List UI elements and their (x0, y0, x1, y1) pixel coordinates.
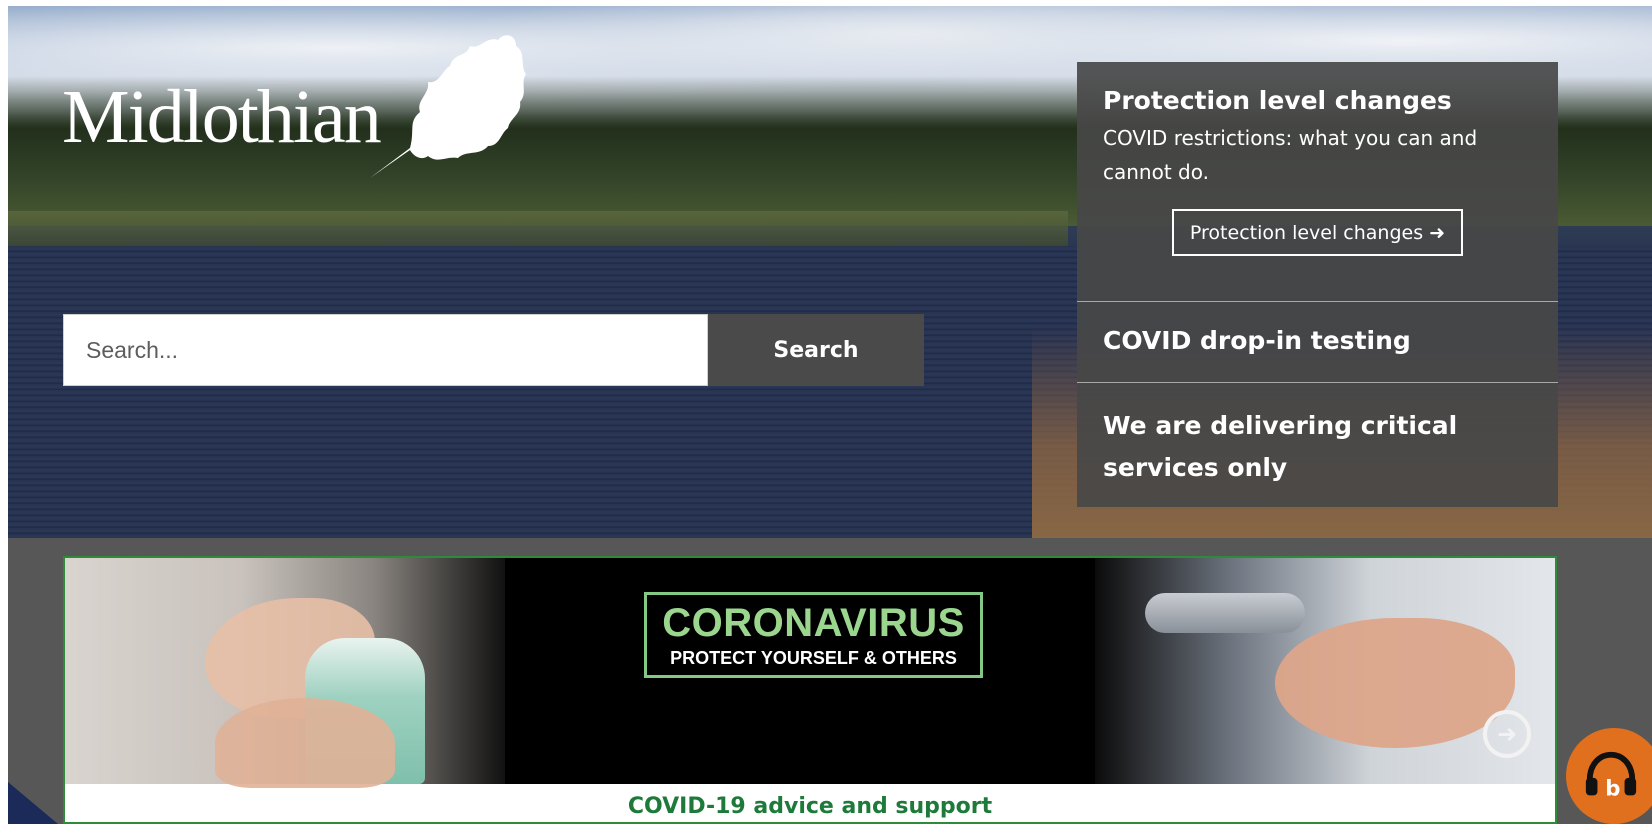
coronavirus-logo-title: CORONAVIRUS (662, 601, 965, 645)
tap-shape (1145, 593, 1305, 633)
coronavirus-logo: CORONAVIRUS PROTECT YOURSELF & OTHERS (644, 592, 983, 678)
site-logo[interactable]: Midlothian (62, 74, 382, 161)
hand-sanitiser-photo (65, 558, 505, 788)
alerts-panel: Protection level changes COVID restricti… (1077, 62, 1558, 507)
search-button[interactable]: Search (708, 314, 924, 386)
alert-critical-services[interactable]: We are delivering critical services only (1077, 383, 1558, 511)
covid-advice-link[interactable]: COVID-19 advice and support (65, 784, 1555, 822)
protection-level-changes-button[interactable]: Protection level changes ➜ (1172, 209, 1463, 256)
alert-title: Protection level changes (1103, 86, 1452, 115)
alert-text: COVID restrictions: what you can and can… (1103, 126, 1478, 184)
alert-drop-in-testing[interactable]: COVID drop-in testing (1077, 302, 1558, 383)
coronavirus-logo-subtitle: PROTECT YOURSELF & OTHERS (670, 648, 957, 668)
alert-protection-levels: Protection level changes COVID restricti… (1077, 62, 1558, 302)
search-bar: Search (63, 314, 924, 386)
headphones-icon: b (1585, 751, 1637, 801)
audio-accessibility-button[interactable]: b (1566, 728, 1652, 824)
alert-title[interactable]: COVID drop-in testing (1103, 326, 1532, 355)
covid-advice-card[interactable]: CORONAVIRUS PROTECT YOURSELF & OTHERS ➜ … (63, 556, 1557, 824)
alert-title[interactable]: We are delivering critical services only (1103, 405, 1532, 489)
covid-banner-image[interactable]: CORONAVIRUS PROTECT YOURSELF & OTHERS ➜ (65, 558, 1555, 788)
hand-washing-photo (1095, 558, 1555, 784)
search-input[interactable] (63, 314, 708, 386)
corner-decoration (8, 782, 58, 824)
arrow-right-circle-icon[interactable]: ➜ (1483, 710, 1531, 758)
hands-shape (1275, 618, 1515, 748)
oak-leaf-icon (370, 35, 526, 179)
hand-shape (215, 698, 395, 788)
hero-bank (8, 211, 1068, 251)
svg-text:b: b (1605, 776, 1620, 801)
